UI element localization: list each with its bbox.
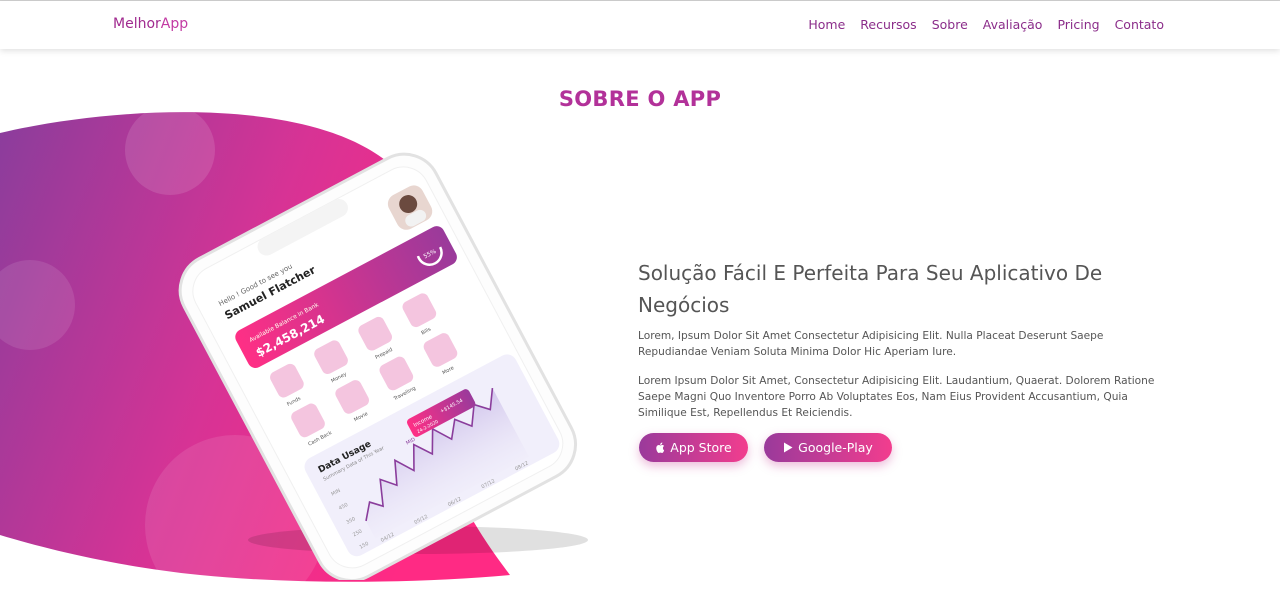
content-paragraph-2: Lorem Ipsum Dolor Sit Amet, Consectetur … <box>638 375 1155 419</box>
app-store-label: App Store <box>670 440 732 455</box>
nav-recursos[interactable]: Recursos <box>860 17 916 32</box>
nav-sobre[interactable]: Sobre <box>932 17 968 32</box>
play-icon <box>784 442 793 453</box>
content-headline: Solução Fácil E Perfeita Para Seu Aplica… <box>638 261 1103 317</box>
nav-pricing[interactable]: Pricing <box>1057 17 1099 32</box>
phone-mockup: Hello ! Good to see you Samuel Flatcher … <box>178 152 588 580</box>
apple-icon <box>656 442 665 453</box>
google-play-button[interactable]: Google-Play <box>764 433 892 462</box>
google-play-label: Google-Play <box>798 440 873 455</box>
nav-home[interactable]: Home <box>808 17 845 32</box>
navbar: MelhorApp Home Recursos Sobre Avaliação … <box>0 1 1280 49</box>
brand-part2: App <box>160 16 189 32</box>
nav-avaliacao[interactable]: Avaliação <box>983 17 1043 32</box>
brand-part1: Melhor <box>113 16 161 32</box>
app-store-button[interactable]: App Store <box>639 433 748 462</box>
brand-logo[interactable]: MelhorApp <box>113 16 188 32</box>
nav-menu: Home Recursos Sobre Avaliação Pricing Co… <box>808 17 1164 32</box>
nav-contato[interactable]: Contato <box>1115 17 1164 32</box>
content-paragraph-1: Lorem, Ipsum Dolor Sit Amet Consectetur … <box>638 330 1104 358</box>
